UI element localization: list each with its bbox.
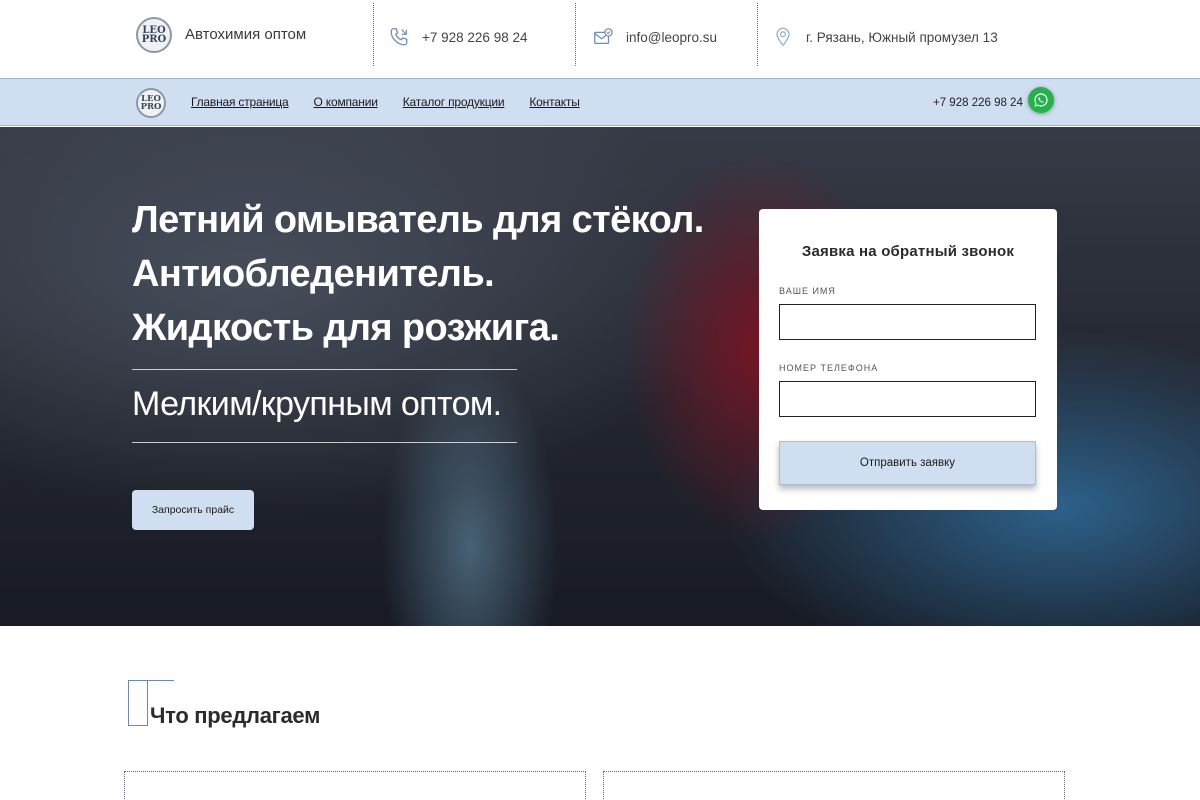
section-title: Что предлагаем: [150, 703, 325, 729]
hero-title-line: Антиобледенитель.: [132, 253, 495, 295]
hero-divider: [132, 442, 517, 443]
hero-title-line: Летний омыватель для стёкол.: [132, 199, 704, 241]
map-pin-icon: [772, 26, 794, 48]
logo[interactable]: LEO PRO: [136, 17, 172, 53]
offer-card[interactable]: [603, 771, 1065, 800]
nav-logo[interactable]: LEO PRO: [136, 88, 166, 118]
whatsapp-button[interactable]: [1028, 87, 1054, 113]
submit-request-button[interactable]: Отправить заявку: [779, 441, 1036, 485]
nav-phone[interactable]: +7 928 226 98 24: [933, 97, 1023, 109]
nav-item-contacts[interactable]: Контакты: [529, 95, 579, 109]
main-nav: Главная страница О компании Каталог прод…: [0, 78, 1200, 126]
header-address: г. Рязань, Южный промузел 13: [772, 26, 998, 48]
hero-banner: Летний омыватель для стёкол. Антиобледен…: [0, 127, 1200, 626]
name-input[interactable]: [779, 304, 1036, 340]
divider: [757, 3, 758, 66]
header-phone[interactable]: +7 928 226 98 24: [388, 26, 527, 48]
divider: [373, 3, 374, 66]
header-phone-text: +7 928 226 98 24: [422, 29, 528, 45]
nav-item-home[interactable]: Главная страница: [191, 95, 289, 109]
hero-subtitle: Мелким/крупным оптом.: [132, 385, 502, 423]
phone-icon: [388, 26, 410, 48]
top-info-bar: LEO PRO Автохимия оптом +7 928 226 98 24…: [0, 0, 1200, 78]
header-address-text: г. Рязань, Южный промузел 13: [806, 29, 998, 45]
hero-divider: [132, 369, 517, 370]
offer-card[interactable]: [124, 771, 586, 800]
nav-links: Главная страница О компании Каталог прод…: [191, 95, 580, 109]
whatsapp-icon: [1033, 92, 1049, 108]
request-price-button[interactable]: Запросить прайс: [132, 490, 254, 530]
phone-label: Номер телефона: [779, 363, 879, 373]
hero-title: Летний омыватель для стёкол. Антиобледен…: [132, 193, 752, 355]
name-label: Ваше имя: [779, 286, 836, 296]
brand-tagline: Автохимия оптом: [185, 26, 307, 43]
logo-text-bottom: PRO: [141, 34, 167, 45]
header-email[interactable]: info@leopro.su: [592, 26, 717, 48]
phone-input[interactable]: [779, 381, 1036, 417]
form-title: Заявка на обратный звонок: [801, 243, 1015, 260]
divider: [575, 3, 576, 66]
title-decoration: [128, 680, 148, 726]
nav-item-about[interactable]: О компании: [314, 95, 378, 109]
callback-form: Заявка на обратный звонок Ваше имя Номер…: [759, 209, 1057, 510]
nav-item-catalog[interactable]: Каталог продукции: [403, 95, 505, 109]
logo-text-bottom: PRO: [140, 102, 162, 112]
header-email-text: info@leopro.su: [626, 29, 718, 45]
mail-icon: [592, 26, 614, 48]
hero-title-line: Жидкость для розжига.: [132, 307, 560, 349]
